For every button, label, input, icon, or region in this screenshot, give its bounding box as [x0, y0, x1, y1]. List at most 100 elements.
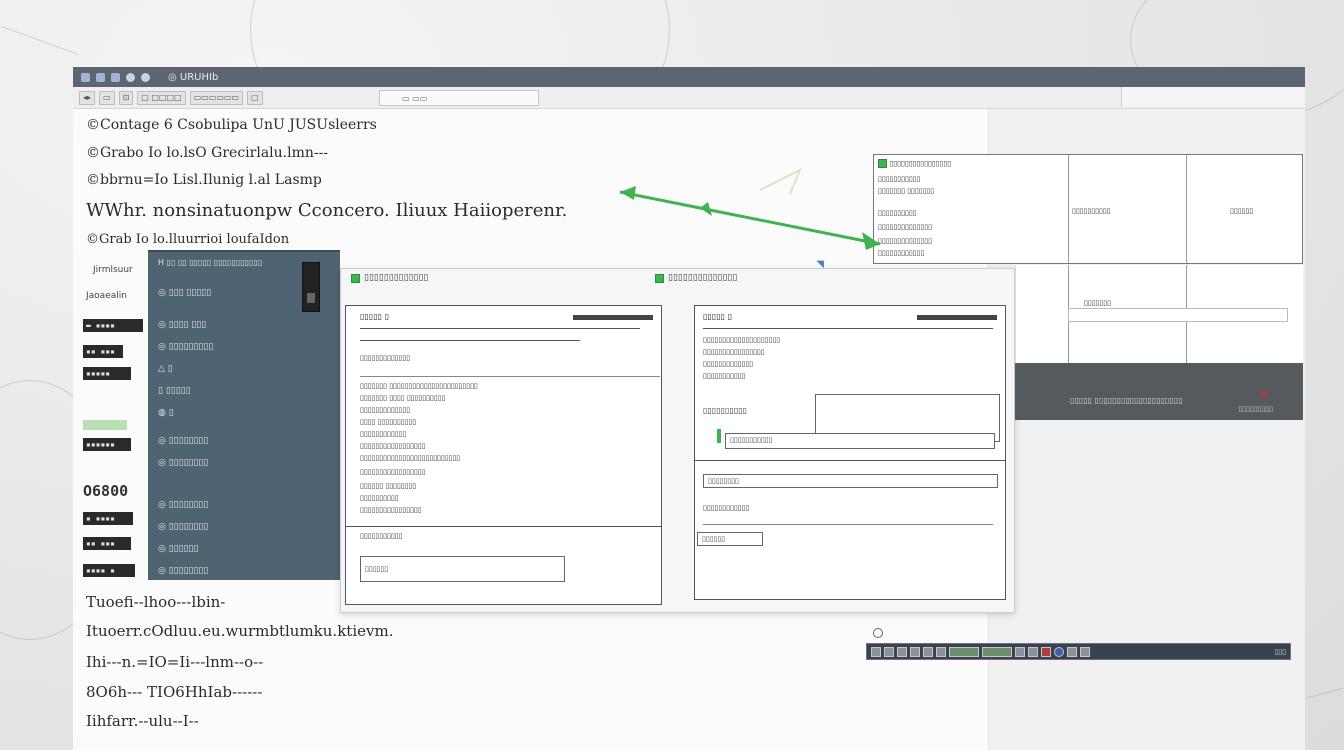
taskbar-window[interactable] [982, 646, 1012, 657]
form-row: ▯▯▯▯▯▯ ▯▯▯▯▯▯▯▯ [360, 482, 417, 490]
toolbar-button[interactable]: ◂▸ [79, 90, 96, 105]
sidebar-item[interactable]: ◎ ▯▯▯▯ ▯▯▯ [158, 320, 206, 330]
form-field[interactable]: ▯▯▯▯▯▯▯▯ [703, 474, 998, 488]
right-pane-header: ▯▯▯▯▯▯▯▯▯▯▯▯▯▯ [655, 273, 737, 283]
dark-sidebar: H ▯▯ ▯▯ ▯▯▯▯▯ ▯▯▯▯▯▯▯▯▯▯▯ ◎ ▯▯▯ ▯▯▯▯▯ ◎ … [148, 250, 340, 580]
form-row: ▯▯▯▯▯▯▯▯▯▯▯ [703, 372, 746, 380]
toolbar-button[interactable]: □ □□□□ [137, 90, 186, 105]
sidebar-item[interactable]: ◎ ▯▯▯▯▯▯▯▯ [158, 500, 208, 510]
forward-icon[interactable] [96, 72, 105, 82]
form-row: ▯▯▯▯▯▯▯▯▯▯▯▯▯▯▯▯▯▯▯▯ [703, 336, 781, 344]
form-heading: ▯▯▯▯▯ ▯ [703, 312, 733, 321]
form-row-bold: ▯▯▯▯▯▯▯▯▯▯ [703, 406, 748, 415]
table-input-field[interactable] [1068, 308, 1288, 322]
taskbar-app-icon[interactable] [1015, 646, 1025, 657]
taskbar-app-icon[interactable] [1080, 646, 1090, 657]
side-block[interactable]: ▪▪ ▪▪▪ [83, 537, 131, 550]
right-form: ▯▯▯▯▯ ▯ ▯▯▯▯▯▯▯▯▯▯▯▯▯▯▯▯▯▯▯▯ ▯▯▯▯▯▯▯▯▯▯▯… [694, 305, 1006, 600]
document-line: ©Contage 6 Csobulipa UnU JUSUsleerrs [86, 117, 377, 133]
form-row: ▯▯▯▯▯▯▯▯▯▯▯▯▯▯▯▯▯ [360, 442, 426, 450]
address-bar[interactable]: ▭ ▭▭ [379, 90, 539, 106]
taskbar-app-icon[interactable] [871, 646, 881, 657]
taskbar: ▯▯▯ [866, 643, 1291, 660]
table-cell: ▯▯▯▯▯▯▯▯▯▯ [1072, 207, 1111, 215]
sidebar-item[interactable]: ◎ ▯▯▯▯▯▯▯▯ [158, 566, 208, 576]
right-pane-title: ▯▯▯▯▯▯▯▯▯▯▯▯▯▯ [668, 273, 738, 283]
sidebar-item[interactable]: ◎ ▯▯▯▯▯▯▯▯ [158, 436, 208, 446]
form-row: ▯▯▯▯ ▯▯▯▯▯▯▯▯▯▯ [360, 418, 417, 426]
forms-dialog: ▯▯▯▯▯▯▯▯▯▯▯▯▯ ▯▯▯▯▯▯▯▯▯▯▯▯▯▯ ◥ ▯▯▯▯▯ ▯ ▯… [340, 259, 1015, 613]
right-toolbar-area [1121, 87, 1305, 107]
side-block[interactable]: ▪ ▪▪▪▪ [83, 512, 133, 525]
side-block[interactable]: ▪▪▪▪ ▪ [83, 564, 135, 577]
sidebar-item[interactable]: ▯ ▯▯▯▯▯ [158, 386, 191, 396]
menu-icon[interactable] [111, 72, 120, 82]
toolbar-button[interactable]: ▢ [247, 90, 263, 105]
form-row: ▯▯▯▯▯▯▯ ▯▯▯▯▯▯▯▯▯▯▯▯▯▯▯▯▯▯▯▯▯▯▯ [360, 382, 478, 390]
document-heading: WWhr. nonsinatuonpw Cconcero. Iliuux Hai… [86, 200, 568, 221]
form-section-title: ▯▯▯▯▯▯▯▯▯▯▯ [360, 532, 403, 540]
document-line: Iihfarr.--ulu--I-- [86, 712, 199, 730]
side-block[interactable]: ▪▪ ▪▪▪ [83, 345, 123, 358]
taskbar-app-icon[interactable] [910, 646, 920, 657]
side-block[interactable]: ▪▪▪▪▪▪ [83, 438, 131, 451]
sidebar-item[interactable]: ◍ ▯ [158, 408, 174, 418]
sidebar-item[interactable]: ◎ ▯▯▯▯▯▯▯▯▯ [158, 342, 213, 352]
document-line: Tuoefi--lhoo---lbin- [86, 593, 226, 611]
form-row: ▯▯▯▯▯▯▯▯▯▯▯▯▯▯▯▯ [703, 348, 765, 356]
taskbar-app-icon[interactable] [884, 646, 894, 657]
left-pane-title: ▯▯▯▯▯▯▯▯▯▯▯▯▯ [364, 273, 429, 283]
document-line: ©Grabo Io lo.lsO Grecirlalu.lmn--- [86, 145, 329, 161]
system-tray[interactable]: ▯▯▯ [1274, 648, 1286, 656]
taskbar-app-icon[interactable] [897, 646, 907, 657]
form-field[interactable]: ▯▯▯▯▯▯▯▯▯▯▯ [725, 433, 995, 449]
form-row: ▯▯▯▯▯▯▯▯▯▯▯▯ [703, 504, 750, 512]
sidebar-item[interactable]: ◎ ▯▯▯▯▯▯▯▯ [158, 522, 208, 532]
form-button[interactable]: ▯▯▯▯▯▯ [697, 532, 763, 546]
taskbar-app-icon[interactable] [923, 646, 933, 657]
record-icon[interactable] [1261, 391, 1267, 397]
data-table-lower: ▯▯▯▯▯▯▯ [1015, 265, 1303, 363]
form-heading-bar [917, 315, 997, 320]
document-line: 8O6h--- TIO6HhIab------ [86, 683, 263, 701]
side-block[interactable]: ▪▪▪▪▪ [83, 367, 131, 380]
sidebar-item[interactable]: ◎ ▯▯▯▯▯▯ [158, 544, 198, 554]
home-icon[interactable] [126, 72, 135, 82]
back-icon[interactable] [81, 72, 90, 82]
sidebar-item[interactable]: △ ▯ [158, 364, 173, 374]
background-sketch [2, 26, 78, 55]
taskbar-active-window[interactable] [949, 646, 979, 657]
divider [346, 526, 661, 527]
form-heading: ▯▯▯▯▯ ▯ [360, 312, 390, 321]
info-icon[interactable] [141, 72, 150, 82]
table-column-divider [1068, 155, 1069, 263]
taskbar-app-icon[interactable] [1067, 646, 1077, 657]
document-line: ©bbrnu=Io Lisl.Ilunig l.al Lasmp [86, 172, 322, 188]
form-row: ▯▯▯▯▯▯▯▯▯▯ [360, 494, 399, 502]
clock-icon[interactable] [873, 628, 883, 638]
sidebar-item[interactable]: ◎ ▯▯▯ ▯▯▯▯▯ [158, 288, 211, 298]
side-block[interactable]: ▬ ▪▪▪▪ [83, 319, 143, 332]
arrow-tail [620, 186, 636, 200]
document-line: Ituoerr.cOdluu.eu.wurmbtlumku.ktievm. [86, 622, 394, 640]
pin-icon[interactable]: ◥ [816, 259, 824, 270]
taskbar-app-icon[interactable] [1041, 646, 1051, 657]
left-form: ▯▯▯▯▯ ▯ ▯▯▯▯▯▯▯▯▯▯▯▯▯ ▯▯▯▯▯▯▯ ▯▯▯▯▯▯▯▯▯▯… [345, 305, 662, 605]
table-column-divider [1186, 155, 1187, 263]
side-block-green[interactable] [83, 420, 127, 430]
document-line: ©Grab Io lo.lluurrioi loufaIdon [86, 232, 290, 247]
toolbar-button[interactable]: ⊡ [118, 90, 134, 105]
divider [695, 460, 1005, 461]
taskbar-app-icon[interactable] [1028, 646, 1038, 657]
form-field-value: ▯▯▯▯▯▯▯▯ [708, 477, 739, 485]
taskbar-app-icon[interactable] [936, 646, 946, 657]
form-field[interactable]: ▯▯▯▯▯▯ [360, 556, 565, 582]
form-field-value: ▯▯▯▯▯▯▯▯▯▯▯ [730, 436, 773, 444]
sidebar-item[interactable]: ◎ ▯▯▯▯▯▯▯▯ [158, 458, 208, 468]
left-pane-header: ▯▯▯▯▯▯▯▯▯▯▯▯▯ [351, 273, 428, 283]
toolbar-button[interactable]: ▭ [99, 90, 115, 105]
toolbar-button[interactable]: ▭▭▭▭▭▭ [189, 90, 243, 105]
form-row: ▯▯▯▯▯▯▯▯▯▯▯▯▯▯▯▯ [360, 506, 422, 514]
form-field-value: ▯▯▯▯▯▯ [365, 565, 389, 573]
taskbar-browser-icon[interactable] [1054, 646, 1064, 657]
